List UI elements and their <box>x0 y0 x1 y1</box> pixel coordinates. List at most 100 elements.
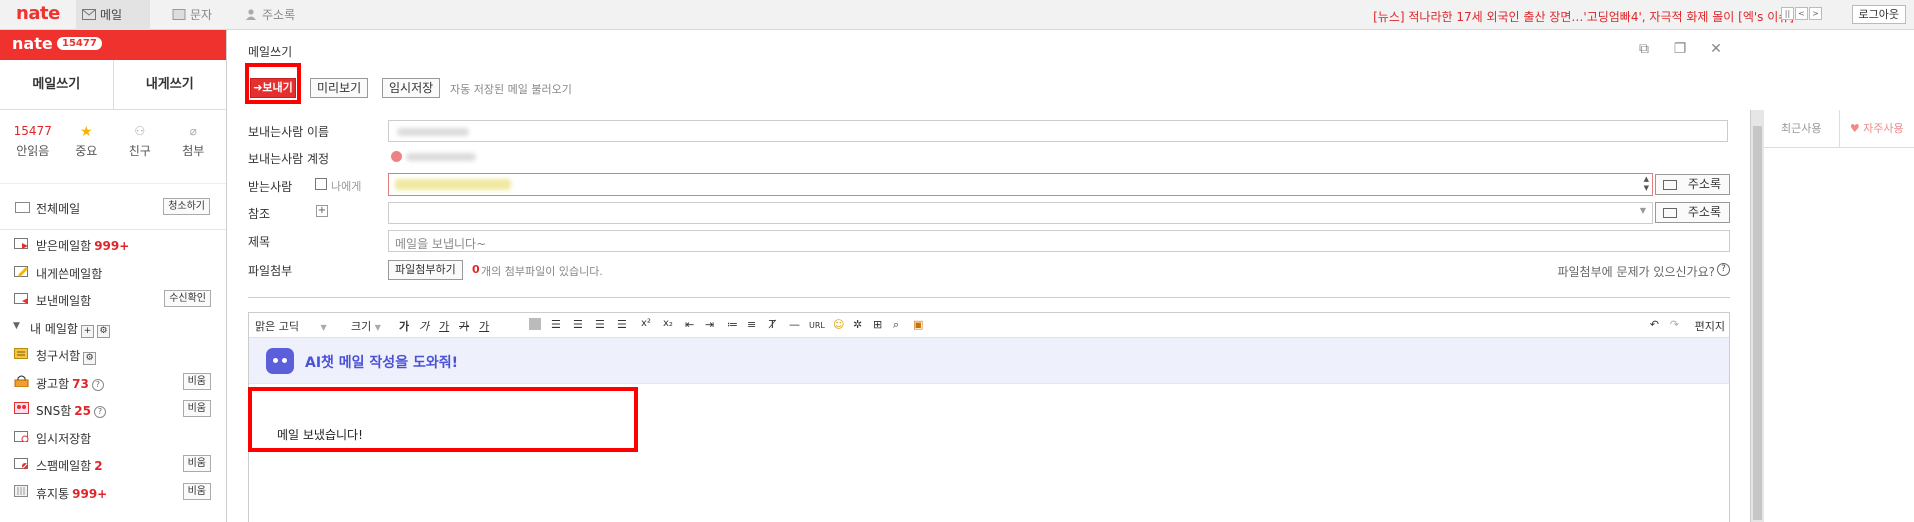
stepper-icon[interactable]: ▲ ▼ <box>1644 175 1649 193</box>
sidebar-logo[interactable]: nate <box>12 34 53 53</box>
help-icon[interactable]: ? <box>1717 263 1730 276</box>
link-icon[interactable]: URL <box>809 321 825 330</box>
folder-count: 999+ <box>94 239 130 253</box>
all-mail-row[interactable]: 전체메일 청소하기 <box>0 184 226 230</box>
font-select[interactable]: 맑은 고딕 ▼ <box>255 318 327 334</box>
align-center-icon[interactable]: ☰ <box>573 318 583 331</box>
scroll-thumb[interactable] <box>1753 126 1762 520</box>
folder-ads[interactable]: 광고함 73? 비움 <box>0 368 227 396</box>
folder-drafts[interactable]: 임시저장함 <box>0 423 227 451</box>
align-right-icon[interactable]: ☰ <box>595 318 605 331</box>
empty-button[interactable]: 비움 <box>182 400 211 417</box>
contact-tabs: 최근사용 ♥ 자주사용 <box>1764 110 1914 148</box>
empty-button[interactable]: 비움 <box>182 482 211 500</box>
tab-recent[interactable]: 최근사용 <box>1764 110 1839 147</box>
sender-name-label: 보내는사람 이름 <box>248 125 330 139</box>
table-icon[interactable]: ⊞ <box>873 318 882 331</box>
add-folder-icon[interactable]: + <box>80 324 94 338</box>
cc-field[interactable]: ▼ <box>388 202 1653 224</box>
folder-sent[interactable]: 보낸메일함 수신확인 <box>0 285 227 313</box>
cc-address-book-button[interactable]: 주소록 <box>1655 202 1730 223</box>
popout-icon[interactable]: ⧉ <box>1636 42 1652 56</box>
restore-icon[interactable]: ❐ <box>1672 42 1688 56</box>
nate-logo[interactable]: nate <box>16 3 60 24</box>
folder-sns[interactable]: SNS함 25? 비움 <box>0 395 227 423</box>
attach-file-button[interactable]: 파일첨부하기 <box>388 260 463 280</box>
news-next-button[interactable]: > <box>1809 7 1822 20</box>
align-left-icon[interactable]: ☰ <box>551 318 561 331</box>
subscript-icon[interactable]: x₂ <box>663 318 673 329</box>
folder-bills[interactable]: 청구서함 ⚙ <box>0 340 227 368</box>
to-label: 받는사람 <box>248 180 293 194</box>
folder-trash[interactable]: 휴지통 999+ 비움 <box>0 478 227 506</box>
help-icon[interactable]: ? <box>93 406 106 418</box>
folder-self[interactable]: 내게쓴메일함 <box>0 258 227 286</box>
address-book-button[interactable]: 주소록 <box>1655 174 1730 195</box>
clean-button[interactable]: 청소하기 <box>163 198 210 215</box>
to-me-checkbox[interactable] <box>315 178 327 190</box>
subject-field[interactable]: 메일을 보냅니다~ <box>388 230 1730 252</box>
redo-icon[interactable]: ↷ <box>1670 318 1679 331</box>
mail-stats: 15477 안읽음 ★ 중요 ⚇ 친구 ⌀ 첨부 <box>0 110 226 184</box>
save-draft-button[interactable]: 임시저장 <box>382 78 441 98</box>
caret-down-icon[interactable]: ▼ <box>13 321 20 331</box>
close-icon[interactable]: ✕ <box>1708 42 1724 56</box>
news-pause-button[interactable]: || <box>1781 7 1794 20</box>
numbered-list-icon[interactable]: ≡ <box>747 318 756 331</box>
help-icon[interactable]: ? <box>91 378 104 391</box>
clear-format-icon[interactable]: Ⱦ <box>769 318 776 331</box>
outdent-icon[interactable]: ⇤ <box>685 318 694 331</box>
news-prev-button[interactable]: < <box>1795 7 1808 20</box>
scrollbar[interactable] <box>1750 110 1764 522</box>
folder-settings-icon[interactable]: ⚙ <box>96 324 110 338</box>
empty-button[interactable]: 비움 <box>182 372 211 390</box>
undo-icon[interactable]: ↶ <box>1650 318 1659 331</box>
horizontal-rule-icon[interactable]: — <box>789 318 800 331</box>
emoji-icon[interactable]: ☺ <box>833 318 844 331</box>
logout-button[interactable]: 로그아웃 <box>1851 5 1906 24</box>
tab-frequent[interactable]: ♥ 자주사용 <box>1838 110 1914 147</box>
stationery-button[interactable]: 편지지 <box>1695 318 1725 334</box>
attach-help-link[interactable]: 파일첨부에 문제가 있으신가요? <box>1557 263 1715 280</box>
indent-icon[interactable]: ⇥ <box>705 318 714 331</box>
search-icon[interactable]: ⌕ <box>893 318 899 332</box>
size-select[interactable]: 크기 ▼ <box>351 318 381 334</box>
news-ticker[interactable]: [뉴스] 적나라한 17세 외국인 출산 장면…'고딩엄빠4', 자극적 화제 … <box>1373 8 1794 25</box>
load-autosave-link[interactable]: 자동 저장된 메일 불러오기 <box>450 81 572 97</box>
folder-spam[interactable]: 스팸메일함 2 비움 <box>0 450 227 478</box>
strike-button[interactable]: 가 <box>459 318 469 334</box>
tab-mail[interactable]: 메일 <box>76 0 150 30</box>
sender-name-field[interactable] <box>388 120 1728 142</box>
to-field[interactable]: ▲ ▼ <box>388 173 1653 196</box>
bullet-list-icon[interactable]: ≔ <box>727 318 738 331</box>
folder-settings-icon[interactable]: ⚙ <box>83 352 97 365</box>
special-char-icon[interactable]: ✲ <box>853 318 862 331</box>
superscript-icon[interactable]: x² <box>641 318 651 329</box>
folder-inbox[interactable]: 받은메일함 999+ <box>0 230 227 258</box>
font-color-button[interactable]: 가 <box>479 318 489 334</box>
stat-attachment[interactable]: ⌀ 첨부 <box>167 124 221 183</box>
image-icon[interactable]: ▣ <box>913 318 923 331</box>
justify-icon[interactable]: ☰ <box>617 318 627 331</box>
empty-button[interactable]: 비움 <box>182 455 211 472</box>
tab-addressbook[interactable]: 주소록 <box>238 0 308 30</box>
stat-label: 첨부 <box>182 144 205 158</box>
ai-chat-banner[interactable]: AI챗 메일 작성을 도와줘! <box>249 338 1729 384</box>
bg-color-icon[interactable] <box>529 318 541 330</box>
write-self-button[interactable]: 내게쓰기 <box>114 60 227 109</box>
underline-button[interactable]: 가 <box>439 318 449 334</box>
cc-expand-icon[interactable]: + <box>316 205 328 217</box>
tab-sms[interactable]: 문자 <box>166 0 226 30</box>
folder-my[interactable]: ▼ 내 메일함 + ⚙ <box>0 313 227 341</box>
stat-important[interactable]: ★ 중요 <box>60 124 114 183</box>
read-receipt-button[interactable]: 수신확인 <box>164 290 211 307</box>
stat-friends[interactable]: ⚇ 친구 <box>113 124 167 183</box>
stat-unread[interactable]: 15477 안읽음 <box>6 124 60 183</box>
italic-button[interactable]: 가 <box>419 318 429 334</box>
chevron-down-icon[interactable]: ▼ <box>1640 206 1646 215</box>
bold-button[interactable]: 가 <box>399 318 409 334</box>
write-mail-button[interactable]: 메일쓰기 <box>0 60 114 109</box>
preview-button[interactable]: 미리보기 <box>310 78 369 98</box>
news-nav: || < > <box>1781 7 1822 20</box>
cc-label: 참조 <box>248 207 271 221</box>
